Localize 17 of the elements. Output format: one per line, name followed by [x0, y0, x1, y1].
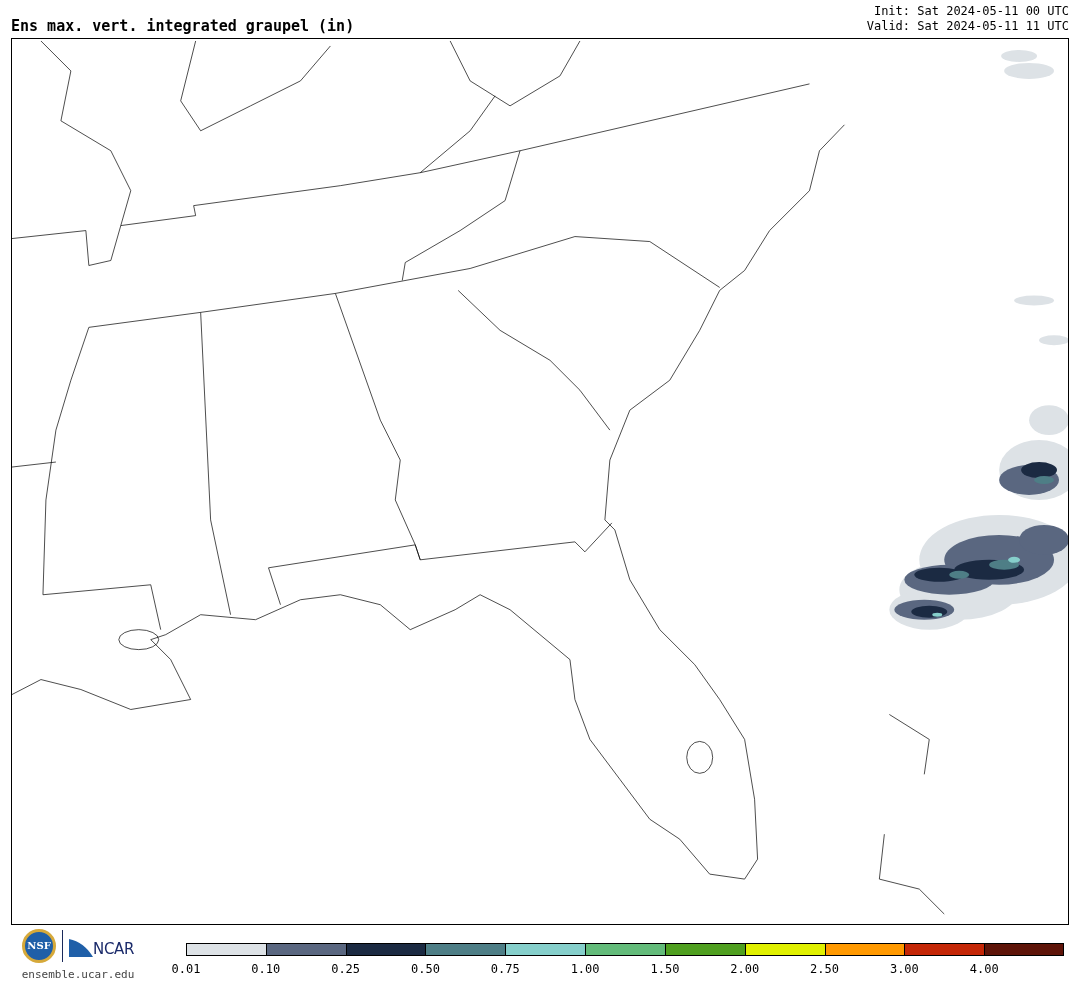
- ncar-logo: NCAR: [69, 935, 134, 957]
- colorbar-label: 0.10: [250, 963, 281, 975]
- colorbar-label: 0.50: [410, 963, 441, 975]
- website-url: ensemble.ucar.edu: [21, 967, 135, 983]
- colorbar-label: 0.01: [171, 963, 201, 975]
- colorbar-label: 1.00: [570, 963, 601, 975]
- chart-title: Ens max. vert. integrated graupel (in): [11, 19, 355, 34]
- colorbar-label: 2.50: [809, 963, 840, 975]
- colorbar-label: 3.00: [889, 963, 920, 975]
- colorbar-label: 2.00: [729, 963, 760, 975]
- nsf-logo: NSF: [22, 929, 57, 963]
- colorbar-label: 0.75: [490, 963, 521, 975]
- colorbar-label: 0.25: [330, 963, 361, 975]
- init-time: Init: Sat 2024-05-11 00 UTC: [873, 4, 1069, 19]
- colorbar-label: 1.50: [649, 963, 680, 975]
- valid-time: Valid: Sat 2024-05-11 11 UTC: [866, 19, 1069, 34]
- colorbar-label: 4.00: [969, 963, 1000, 975]
